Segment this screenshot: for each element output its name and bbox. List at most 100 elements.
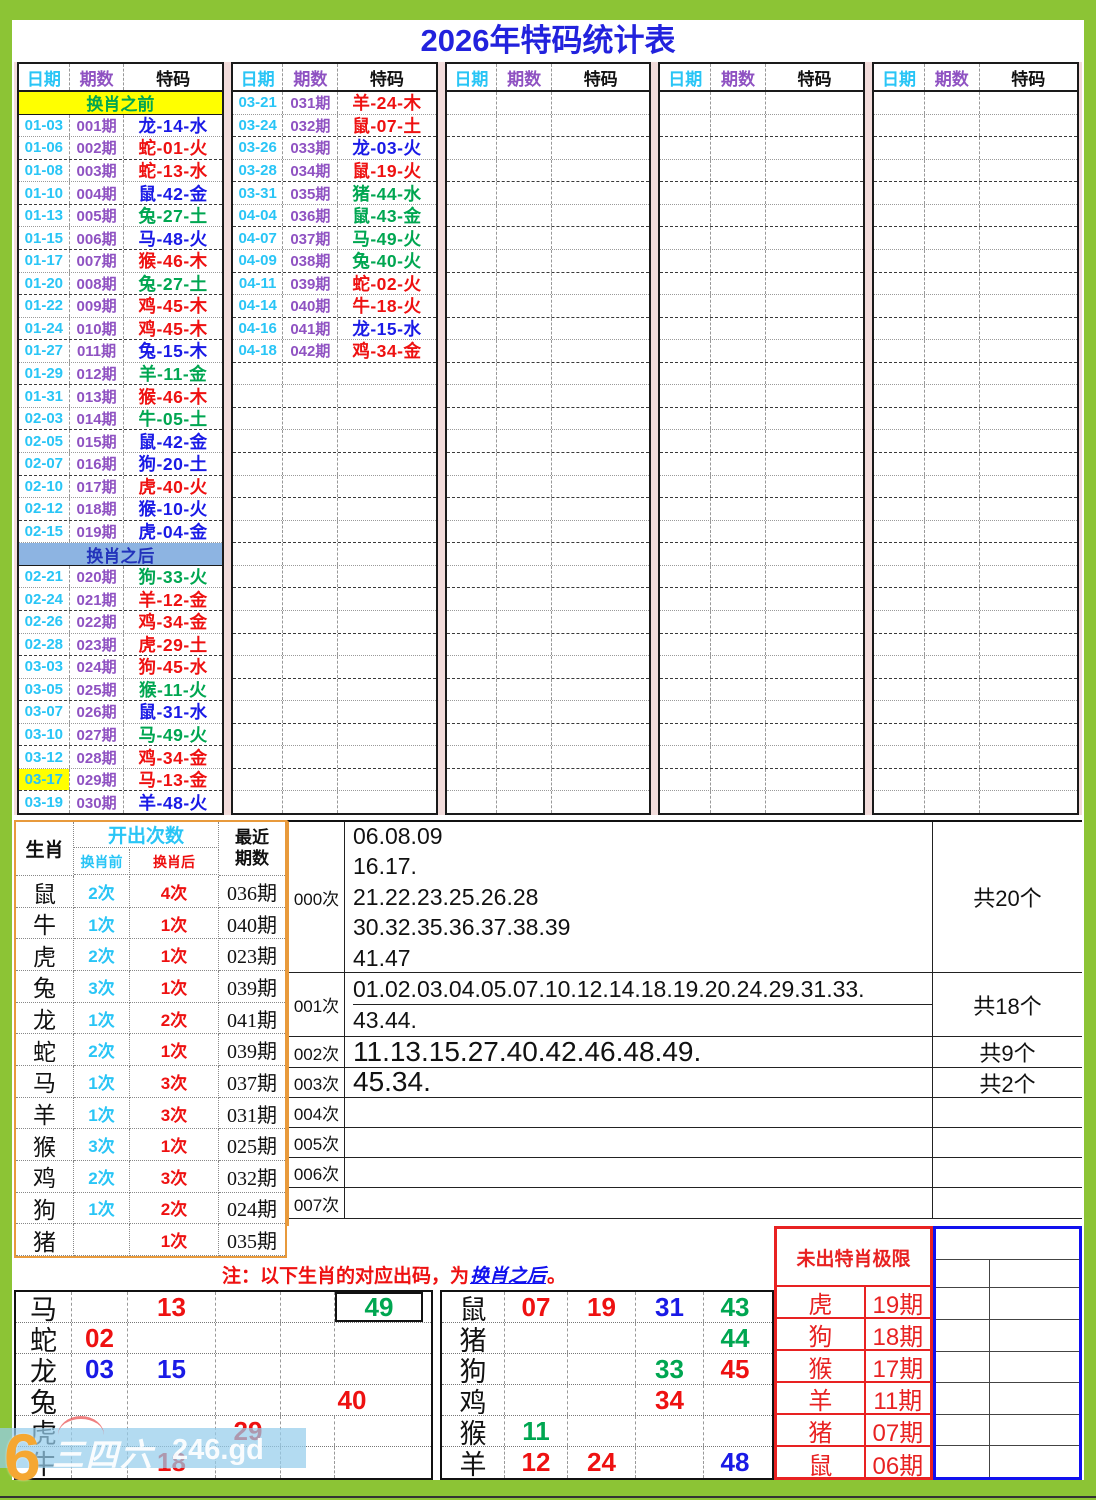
tema-cell: 虎-40-火 <box>124 476 221 498</box>
tema-value: 鸡-34-金 <box>138 747 208 768</box>
table-row <box>660 791 863 813</box>
date-cell: 02-05 <box>19 430 70 452</box>
table-row <box>874 182 1077 205</box>
blue-grid-row <box>936 1446 1079 1477</box>
frequency-row: 004次 <box>289 1098 1082 1128</box>
code-value: 43 <box>720 1291 750 1322</box>
date-cell <box>874 678 925 701</box>
period-value: 023期 <box>76 636 117 654</box>
blue-grid-cell <box>990 1415 1079 1445</box>
tema-cell <box>552 115 649 137</box>
stats-recent-cell: 040期 <box>219 908 285 940</box>
date-value: 03-26 <box>238 139 277 157</box>
tema-cell <box>766 656 863 678</box>
period-cell <box>497 543 553 565</box>
table-row <box>660 182 864 205</box>
period-value: 014期 <box>76 411 117 429</box>
date-cell: 04-11 <box>233 272 284 295</box>
zodiac-label-cell: 猪 <box>442 1323 505 1356</box>
tema-cell: 鸡-34-金 <box>124 611 221 633</box>
blue-grid-cell <box>990 1383 1079 1414</box>
table-row: 04-04 036期 鼠-43-金 <box>232 204 436 228</box>
right-table-row: 羊 12 24 48 <box>442 1447 772 1480</box>
stats-before-cell: 2次 <box>74 1161 130 1193</box>
tema-cell <box>980 137 1077 159</box>
date-cell <box>874 227 925 249</box>
left-table-row: 蛇 02 <box>16 1323 431 1356</box>
tema-cell <box>766 588 863 610</box>
tema-cell: 羊-11-金 <box>124 363 221 385</box>
table-row: 01-27 011期 兔-15-木 <box>19 340 222 363</box>
tema-cell <box>766 543 863 565</box>
tema-cell <box>552 363 649 385</box>
period-value: 041期 <box>290 320 331 338</box>
table-row <box>660 385 864 408</box>
code-cell: 49 <box>335 1292 423 1322</box>
period-value: 013期 <box>76 388 117 406</box>
period-cell <box>283 407 339 430</box>
date-cell <box>447 543 498 565</box>
tema-cell: 蛇-01-火 <box>124 137 221 159</box>
date-value: 04-07 <box>238 229 277 247</box>
period-cell: 023期 <box>70 633 125 656</box>
tema-cell: 马-48-火 <box>124 227 221 249</box>
code-value: 34 <box>655 1384 684 1415</box>
table-row <box>660 768 864 792</box>
period-cell <box>711 565 766 588</box>
date-cell <box>660 656 712 678</box>
table-row <box>232 656 436 679</box>
code-cell <box>505 1385 568 1415</box>
period-cell <box>925 498 980 520</box>
tema-cell: 蛇-13-水 <box>124 160 221 182</box>
period-cell <box>711 453 766 475</box>
date-cell <box>447 498 498 520</box>
stats-after-cell: 4次 <box>130 876 219 908</box>
period-cell <box>711 588 766 610</box>
draws-group-header: 日期 期数 特码 <box>660 64 864 92</box>
period-cell <box>497 295 553 317</box>
tema-value: 兔-15-木 <box>138 341 208 362</box>
date-cell <box>660 633 712 656</box>
code-cell <box>335 1447 423 1478</box>
date-cell <box>233 385 284 407</box>
period-cell <box>497 768 553 791</box>
tema-header: 特码 <box>797 69 832 89</box>
table-row <box>446 475 650 499</box>
table-row <box>446 633 650 657</box>
table-row <box>446 565 650 589</box>
tema-value: 鸡-45-木 <box>138 318 208 339</box>
blue-grid-cell <box>990 1229 1079 1259</box>
date-cell <box>874 295 925 317</box>
date-cell: 02-12 <box>19 498 70 520</box>
stats-zodiac-cell: 马 <box>16 1066 74 1098</box>
period-cell: 017期 <box>70 475 125 498</box>
period-cell <box>925 385 980 407</box>
table-row <box>874 656 1077 679</box>
table-row <box>446 137 650 160</box>
table-row <box>232 588 436 611</box>
code-cell <box>568 1354 636 1384</box>
tema-cell <box>980 295 1077 317</box>
tema-value: 蛇-13-水 <box>138 160 208 181</box>
period-value: 039期 <box>290 275 331 293</box>
date-cell <box>660 272 712 295</box>
date-cell <box>447 520 498 543</box>
limit-zodiac: 鼠 <box>777 1447 866 1480</box>
tema-cell <box>766 634 863 656</box>
table-row: 02-03 014期 牛-05-土 <box>19 407 222 431</box>
tema-cell <box>338 453 435 475</box>
stats-zodiac-cell: 猪 <box>16 1224 74 1256</box>
date-cell: 03-10 <box>19 723 70 746</box>
code-cell: 02 <box>72 1323 128 1353</box>
period-header: 期数 <box>925 64 980 90</box>
frequency-row: 007次 <box>289 1188 1082 1219</box>
tema-cell <box>766 205 863 227</box>
tema-cell <box>980 476 1077 498</box>
blue-grid-cell <box>936 1352 990 1382</box>
tema-cell <box>338 656 435 678</box>
period-value: 035期 <box>290 185 331 203</box>
code-cell <box>128 1385 216 1415</box>
tema-cell <box>552 679 649 701</box>
code-value: 49 <box>364 1291 394 1322</box>
frequency-label: 006次 <box>289 1158 345 1187</box>
